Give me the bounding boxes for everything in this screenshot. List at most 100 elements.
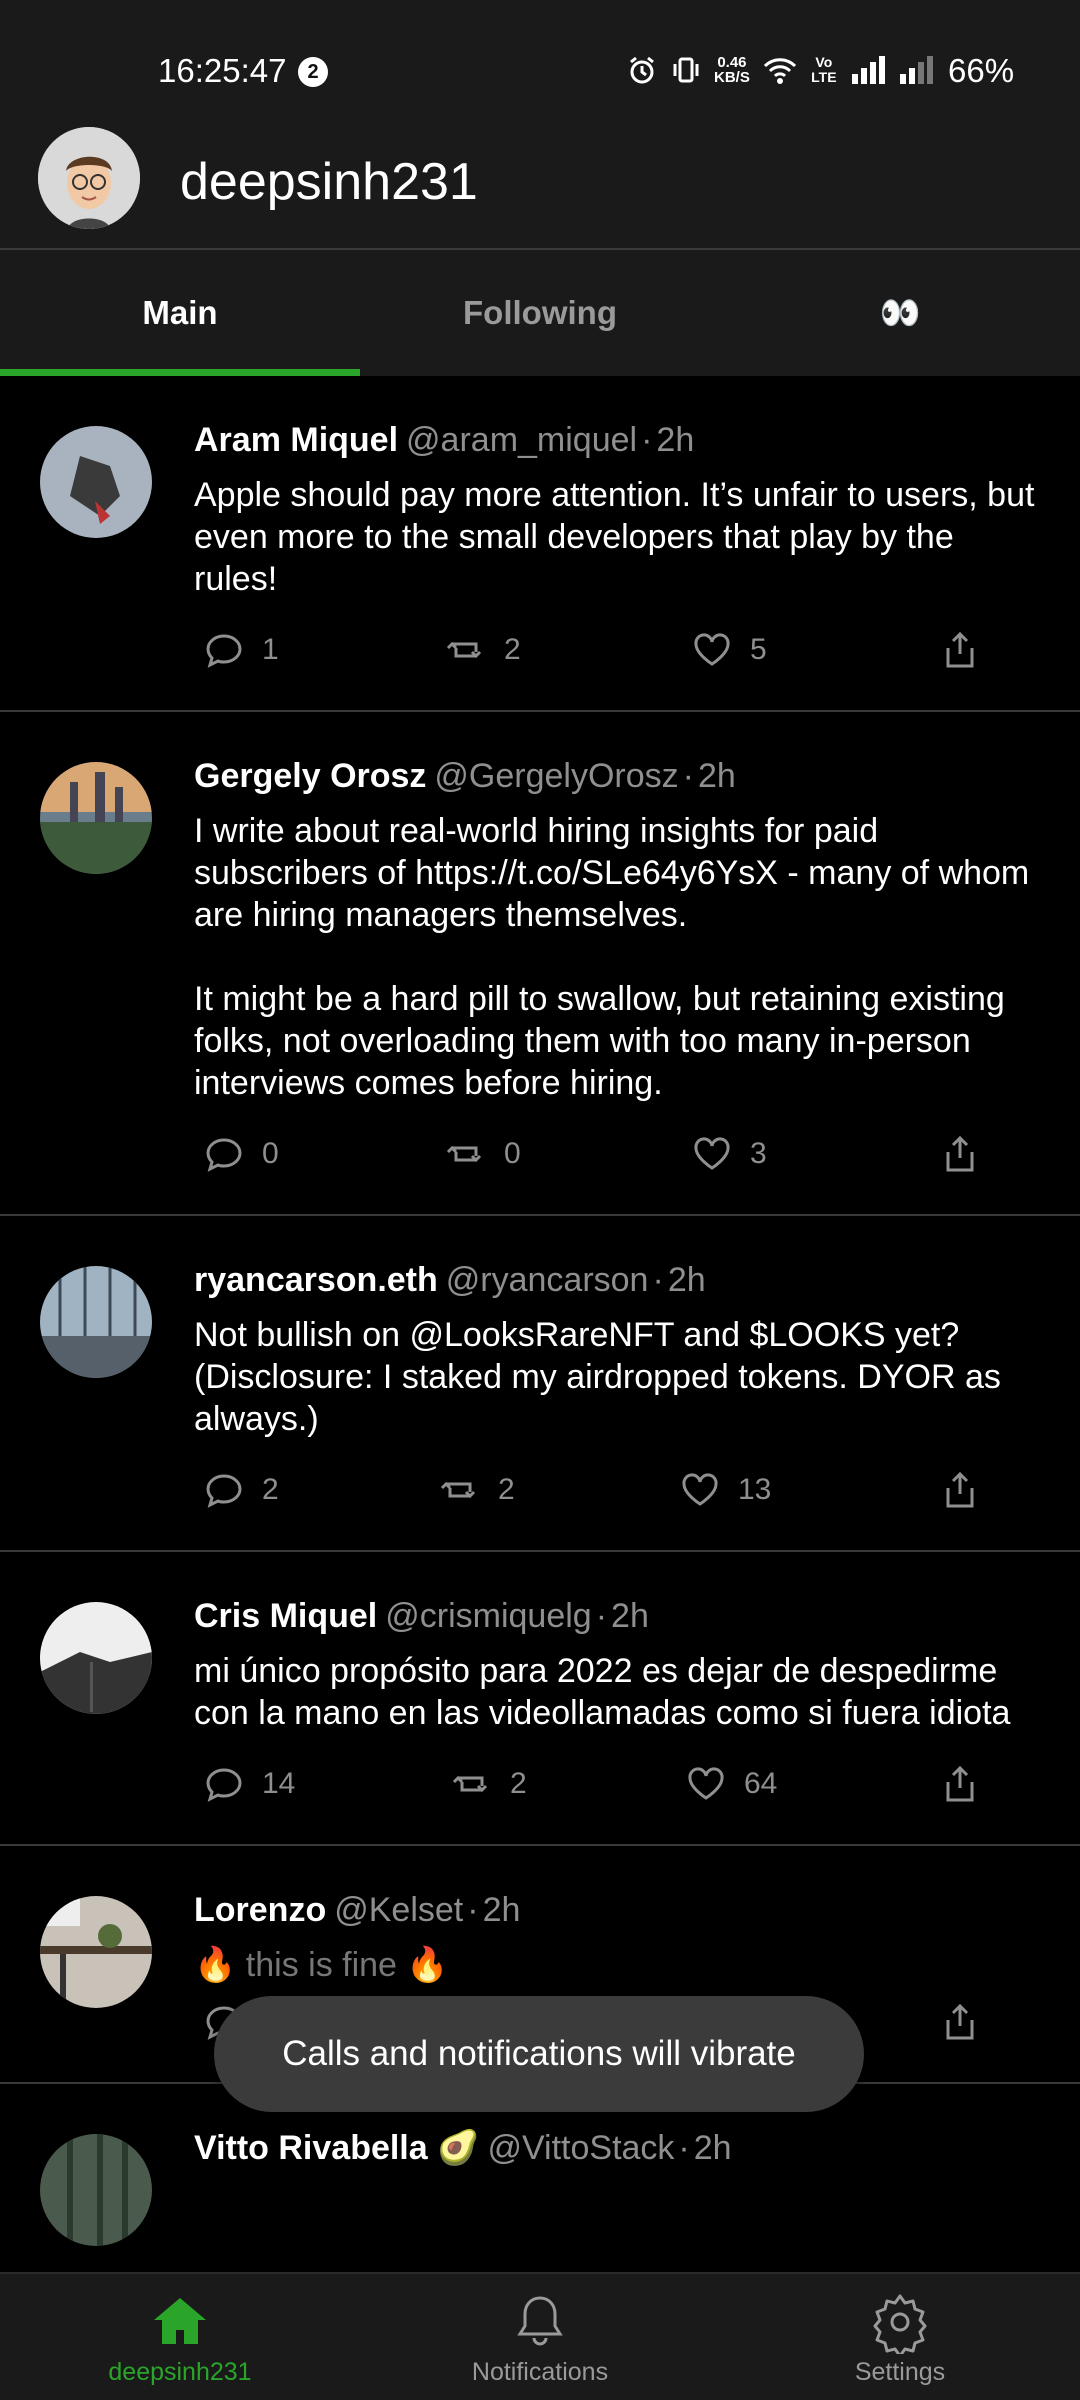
tweet-author-handle[interactable]: @crismiquelg bbox=[385, 1597, 591, 1635]
tab-following[interactable]: Following bbox=[360, 250, 720, 376]
tweet-item[interactable]: ryancarson.eth @ryancarson · 2h Not bullish… bbox=[0, 1216, 1080, 1552]
tweet-author-handle[interactable]: @VittoStack bbox=[487, 2129, 674, 2167]
like-button[interactable]: 3 bbox=[690, 1132, 767, 1176]
feed-tabs: Main Following 👀 bbox=[0, 250, 1080, 376]
retweet-icon bbox=[446, 641, 482, 659]
nav-notifications-label: Notifications bbox=[471, 2357, 609, 2386]
tab-eyes[interactable]: 👀 bbox=[720, 250, 1080, 376]
memoji-avatar-image bbox=[38, 127, 140, 229]
retweet-icon bbox=[446, 1145, 482, 1163]
retweet-count: 2 bbox=[510, 1767, 527, 1800]
reply-count: 1 bbox=[262, 633, 279, 666]
reply-button[interactable]: 14 bbox=[202, 1762, 295, 1806]
status-bar: 16:25:47 2 0.46 KB/S Vo LTE 66% bbox=[0, 0, 1080, 120]
nav-notifications[interactable]: Notifications bbox=[360, 2274, 720, 2400]
header-username: deepsinh231 bbox=[180, 153, 478, 211]
signal-weak-icon bbox=[899, 56, 933, 84]
retweet-button[interactable]: 2 bbox=[438, 1468, 515, 1512]
heart-icon bbox=[694, 1137, 730, 1170]
reply-count: 0 bbox=[262, 1137, 279, 1170]
status-time: 16:25:47 bbox=[158, 52, 287, 89]
nav-settings[interactable]: Settings bbox=[720, 2274, 1080, 2400]
tweet-feed[interactable]: Aram Miquel @aram_miquel · 2h Apple should … bbox=[0, 376, 1080, 2272]
tweet-time: 2h bbox=[698, 757, 736, 795]
tweet-author-name[interactable]: Gergely Orosz bbox=[194, 757, 426, 795]
share-button[interactable] bbox=[938, 2000, 982, 2044]
tweet-author-handle[interactable]: @Kelset bbox=[334, 1891, 463, 1929]
tweet-avatar[interactable] bbox=[40, 426, 152, 538]
tweet-author-name[interactable]: Lorenzo bbox=[194, 1891, 326, 1929]
like-count: 13 bbox=[738, 1473, 772, 1506]
share-button[interactable] bbox=[938, 1468, 982, 1512]
retweet-count: 0 bbox=[504, 1137, 521, 1170]
tweet-time: 2h bbox=[656, 421, 695, 459]
tweet-text: Not bullish on @LooksRareNFT and $LOOKS … bbox=[194, 1316, 1011, 1438]
home-icon bbox=[154, 2297, 206, 2344]
profile-avatar[interactable] bbox=[38, 127, 140, 229]
reply-button[interactable]: 2 bbox=[202, 1468, 279, 1512]
separator-dot: · bbox=[652, 1261, 664, 1299]
tweet-author-name[interactable]: ryancarson.eth bbox=[194, 1261, 438, 1299]
separator-dot: · bbox=[682, 757, 694, 795]
reply-button[interactable]: 0 bbox=[202, 1132, 279, 1176]
nav-home[interactable]: deepsinh231 bbox=[0, 2274, 360, 2400]
separator-dot: · bbox=[467, 1891, 479, 1929]
tweet-author-name[interactable]: Vitto Rivabella 🥑 bbox=[194, 2129, 479, 2167]
like-button[interactable]: 13 bbox=[678, 1468, 771, 1512]
tweet-author-handle[interactable]: @GergelyOrosz bbox=[434, 757, 678, 795]
network-speed: 0.46 KB/S bbox=[714, 55, 750, 85]
reply-button[interactable]: 1 bbox=[202, 628, 279, 672]
net-speed-value: 0.46 bbox=[717, 54, 747, 71]
battery-level: 66% bbox=[948, 52, 1015, 89]
retweet-button[interactable]: 2 bbox=[450, 1762, 527, 1806]
like-button[interactable]: 5 bbox=[690, 628, 767, 672]
tweet-avatar[interactable] bbox=[40, 2134, 152, 2246]
tweet-actions: 1 2 5 bbox=[194, 600, 1044, 710]
tweet-item[interactable]: Gergely Orosz @GergelyOrosz · 2h I write ab… bbox=[0, 712, 1080, 1216]
share-button[interactable] bbox=[938, 628, 982, 672]
toast-message: Calls and notifications will vibrate bbox=[214, 1996, 864, 2112]
tweet-time: 2h bbox=[482, 1891, 521, 1929]
like-count: 64 bbox=[744, 1767, 778, 1800]
tweet-time: 2h bbox=[667, 1261, 706, 1299]
share-icon bbox=[946, 631, 974, 668]
like-count: 5 bbox=[750, 633, 767, 666]
tweet-author-handle[interactable]: @ryancarson bbox=[446, 1261, 649, 1299]
signal-icon bbox=[851, 56, 885, 84]
tweet-time: 2h bbox=[611, 1597, 649, 1635]
like-count: 3 bbox=[750, 1137, 767, 1170]
tab-main[interactable]: Main bbox=[0, 250, 360, 376]
share-button[interactable] bbox=[938, 1132, 982, 1176]
tweet-item[interactable]: Aram Miquel @aram_miquel · 2h Apple should … bbox=[0, 376, 1080, 712]
retweet-icon bbox=[452, 1775, 488, 1793]
tweet-actions: 14 2 64 bbox=[194, 1734, 1044, 1844]
heart-icon bbox=[682, 1473, 718, 1506]
reply-count: 14 bbox=[262, 1767, 296, 1800]
like-button[interactable]: 64 bbox=[684, 1762, 777, 1806]
tweet-author-name[interactable]: Aram Miquel bbox=[194, 421, 398, 459]
tweet-author-handle[interactable]: @aram_miquel bbox=[406, 421, 637, 459]
heart-icon bbox=[694, 633, 730, 666]
tweet-item[interactable]: Cris Miquel @crismiquelg · 2h mi único prop… bbox=[0, 1552, 1080, 1846]
tweet-time: 2h bbox=[693, 2129, 732, 2167]
notification-count-badge: 2 bbox=[298, 57, 328, 87]
retweet-icon bbox=[440, 1481, 476, 1499]
tweet-actions: 0 0 3 bbox=[194, 1104, 1044, 1214]
share-button[interactable] bbox=[938, 1762, 982, 1806]
retweet-count: 2 bbox=[504, 633, 521, 666]
tweet-avatar[interactable] bbox=[40, 1602, 152, 1714]
tweet-avatar[interactable] bbox=[40, 1266, 152, 1378]
retweet-button[interactable]: 0 bbox=[444, 1132, 521, 1176]
tweet-avatar[interactable] bbox=[40, 762, 152, 874]
tweet-author-name[interactable]: Cris Miquel bbox=[194, 1597, 377, 1635]
nav-settings-label: Settings bbox=[854, 2357, 946, 2386]
retweet-button[interactable]: 2 bbox=[444, 628, 521, 672]
separator-dot: · bbox=[641, 421, 653, 459]
alarm-icon bbox=[630, 56, 654, 84]
share-icon bbox=[946, 2003, 974, 2040]
bell-icon bbox=[517, 2295, 563, 2345]
volte-label: Vo LTE bbox=[811, 54, 837, 85]
nav-home-label: deepsinh231 bbox=[108, 2357, 252, 2386]
tweet-avatar[interactable] bbox=[40, 1896, 152, 2008]
app-header: deepsinh231 bbox=[0, 120, 1080, 250]
